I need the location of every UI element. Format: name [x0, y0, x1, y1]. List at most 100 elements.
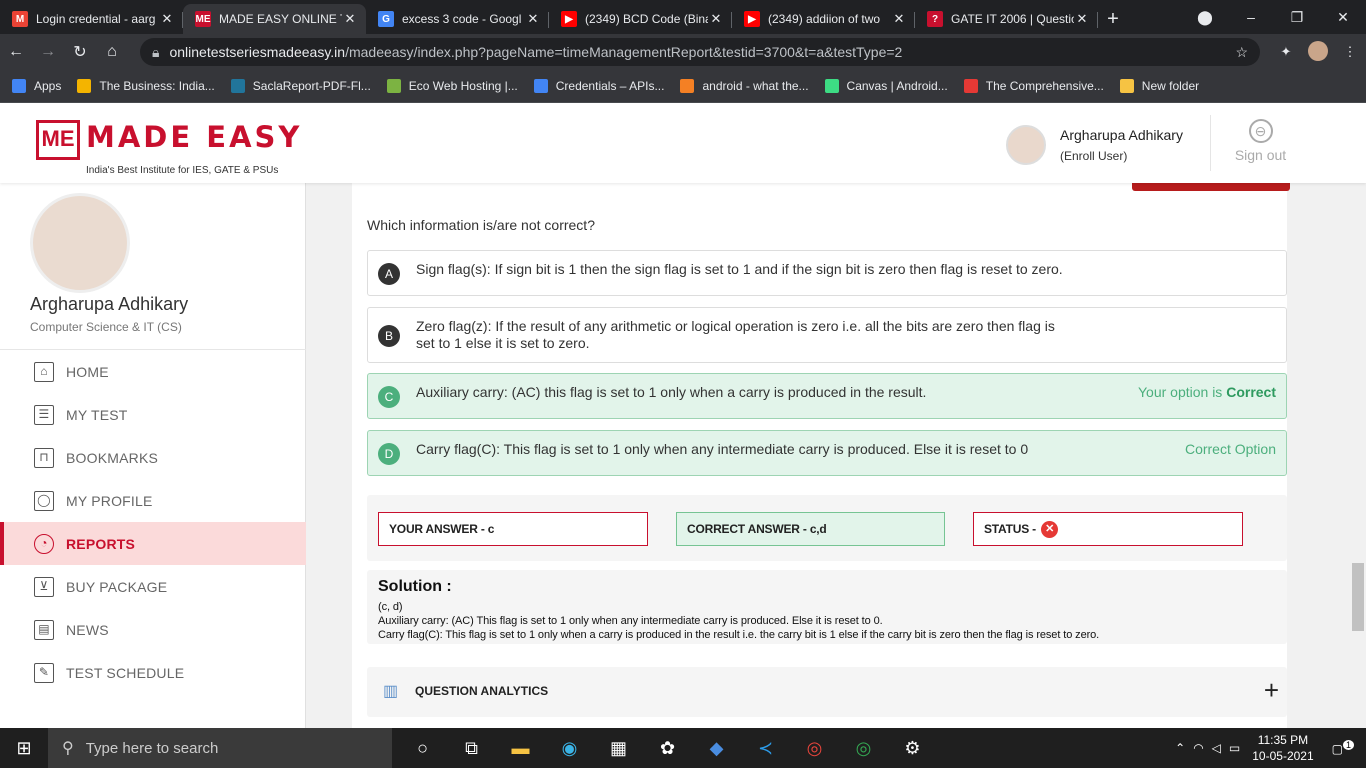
forward-icon[interactable]: → [32, 43, 64, 61]
bookmark-item[interactable]: SaclaReport-PDF-Fl... [230, 79, 371, 93]
bookmark-label: Eco Web Hosting |... [408, 79, 518, 93]
settings-icon[interactable]: ⚙ [888, 738, 937, 759]
browser-tab[interactable]: ▶ (2349) BCD Code (Bina ✕ [549, 4, 732, 34]
tab-favicon-icon: ? [927, 11, 943, 27]
chrome-icon[interactable]: ◎ [790, 738, 839, 759]
bookmark-item[interactable]: The Comprehensive... [963, 79, 1104, 93]
option-letter-badge: D [378, 443, 400, 465]
expand-plus-icon[interactable]: + [1264, 675, 1279, 706]
signout-label: Sign out [1234, 147, 1287, 163]
sidebar-item[interactable]: ☰ MY TEST [0, 393, 306, 436]
windows-start-icon[interactable]: ⊞ [0, 728, 48, 768]
browser-tab[interactable]: ▶ (2349) addiion of two ✕ [732, 4, 915, 34]
minimize-button[interactable]: – [1228, 9, 1274, 25]
option-result-note: Correct Option [1185, 441, 1276, 457]
news-icon: ▤ [34, 619, 54, 640]
status-box: STATUS - ✕ [973, 512, 1243, 546]
sidebar: Argharupa Adhikary Computer Science & IT… [0, 183, 306, 728]
tab-close-icon[interactable]: ✕ [525, 11, 541, 27]
sidebar-item[interactable]: ⊓ BOOKMARKS [0, 436, 306, 479]
cortana-icon[interactable]: ○ [398, 738, 447, 759]
sidebar-item-label: MY PROFILE [66, 492, 153, 509]
tab-title: (2349) BCD Code (Bina [585, 12, 708, 26]
new-tab-button[interactable]: + [1098, 4, 1128, 34]
tab-close-icon[interactable]: ✕ [342, 11, 358, 27]
url-bar[interactable]: 🔒︎ onlinetestseriesmadeeasy.in/madeeasy/… [140, 38, 1260, 66]
notifications-icon[interactable]: ▢ 1 [1332, 740, 1354, 756]
browser-tab[interactable]: ME MADE EASY ONLINE T ✕ [183, 4, 366, 34]
browser-menu-icon[interactable]: ⋮ [1334, 44, 1366, 60]
solution-line: Auxiliary carry: (AC) This flag is set t… [378, 615, 883, 627]
clock-date: 10-05-2021 [1252, 749, 1314, 763]
bookmark-star-icon[interactable]: ☆ [1235, 44, 1248, 61]
bookmark-item[interactable]: Canvas | Android... [824, 79, 948, 93]
bookmark-label: Canvas | Android... [846, 79, 948, 93]
browser-tab[interactable]: M Login credential - aarg ✕ [0, 4, 183, 34]
cart-icon: ⊻ [34, 576, 54, 597]
sidebar-item[interactable]: ⌂ HOME [0, 350, 306, 393]
file-explorer-icon[interactable]: ▬ [496, 738, 545, 759]
scrollbar-thumb[interactable] [1352, 563, 1364, 631]
tray-chevron-icon[interactable]: ⌃ [1175, 741, 1185, 755]
chrome-alt-icon[interactable]: ◎ [839, 738, 888, 759]
bookmark-item[interactable]: Credentials – APIs... [533, 79, 664, 93]
home-button-icon[interactable]: ⌂ [96, 43, 128, 61]
option-note-text: Correct Option [1184, 441, 1276, 457]
paint-icon[interactable]: ✿ [643, 738, 692, 759]
answer-option[interactable]: B Zero flag(z): If the result of any arit… [367, 307, 1287, 363]
clock[interactable]: 11:35 PM 10-05-2021 [1252, 732, 1313, 764]
sidebar-item[interactable]: ⊻ BUY PACKAGE [0, 565, 306, 608]
browser-tab[interactable]: Gexcess 3 code - Googl ✕ [366, 4, 549, 34]
bookmark-item[interactable]: Eco Web Hosting |... [386, 79, 518, 93]
answer-option[interactable]: C Auxiliary carry: (AC) this flag is set … [367, 373, 1287, 419]
tab-close-icon[interactable]: ✕ [159, 11, 175, 27]
sidebar-item[interactable]: ✎ TEST SCHEDULE [0, 651, 306, 694]
tab-close-icon[interactable]: ✕ [891, 11, 907, 27]
tab-title: excess 3 code - Googl [402, 12, 522, 26]
edge-icon[interactable]: ◉ [545, 738, 594, 759]
answer-option[interactable]: A Sign flag(s): If sign bit is 1 then the… [367, 250, 1287, 296]
profile-menu-icon[interactable]: ⬤ [1182, 9, 1228, 26]
sidebar-item[interactable]: ▤ NEWS [0, 608, 306, 651]
tab-close-icon[interactable]: ✕ [1074, 11, 1090, 27]
question-analytics-section[interactable]: ▥ QUESTION ANALYTICS + [367, 667, 1287, 717]
sidebar-item-label: BUY PACKAGE [66, 578, 168, 595]
language-icon[interactable]: ▭ [1229, 741, 1240, 755]
question-panel: Which information is/are not correct? AS… [352, 183, 1290, 728]
volume-icon[interactable]: ◁ [1212, 741, 1221, 755]
address-toolbar: ← → ↻ ⌂ 🔒︎ onlinetestseriesmadeeasy.in/m… [0, 34, 1366, 70]
bookmark-favicon-icon [230, 79, 245, 93]
bookmark-item[interactable]: android - what the... [680, 79, 809, 93]
analytics-label: QUESTION ANALYTICS [415, 684, 549, 698]
tab-close-icon[interactable]: ✕ [708, 11, 724, 27]
wifi-icon[interactable]: ◠ [1193, 741, 1203, 755]
browser-tab[interactable]: ? GATE IT 2006 | Questio ✕ [915, 4, 1098, 34]
sidebar-item[interactable]: ◯ MY PROFILE [0, 479, 306, 522]
tab-title: GATE IT 2006 | Questio [951, 12, 1074, 26]
option-letter-badge: C [378, 386, 400, 408]
reload-icon[interactable]: ↻ [64, 42, 96, 62]
option-text-line2: set to 1 else it is set to zero. [416, 335, 590, 351]
option-note-bold: Correct [1226, 384, 1276, 400]
word-icon[interactable]: ◆ [692, 738, 741, 759]
made-easy-logo[interactable]: ME MADE EASY India's Best Institute for … [36, 120, 326, 176]
solution-box: Solution : (c, d) Auxiliary carry: (AC) … [367, 570, 1287, 644]
bookmark-item[interactable]: The Business: India... [77, 79, 215, 93]
sidebar-item[interactable]: ◔ REPORTS [0, 522, 306, 565]
close-window-button[interactable]: ✕ [1320, 9, 1366, 26]
profile-avatar[interactable] [1302, 40, 1334, 64]
answer-option[interactable]: D Carry flag(C): This flag is set to 1 on… [367, 430, 1287, 476]
back-icon[interactable]: ← [0, 43, 32, 61]
signout-button[interactable]: ⊖ Sign out [1210, 115, 1310, 171]
bookmark-item[interactable]: Apps [12, 79, 61, 93]
task-view-icon[interactable]: ⧉ [447, 738, 496, 759]
profile-icon: ◯ [34, 490, 54, 511]
extensions-icon[interactable]: ✦ [1270, 44, 1302, 60]
maximize-button[interactable]: ❐ [1274, 9, 1320, 26]
top-action-button[interactable] [1132, 183, 1290, 191]
page-scrollbar[interactable] [1351, 183, 1366, 728]
store-icon[interactable]: ▦ [594, 738, 643, 759]
vscode-icon[interactable]: ≺ [741, 738, 790, 759]
taskbar-search[interactable]: ⚲ Type here to search [48, 728, 392, 768]
bookmark-item[interactable]: New folder [1119, 79, 1199, 93]
